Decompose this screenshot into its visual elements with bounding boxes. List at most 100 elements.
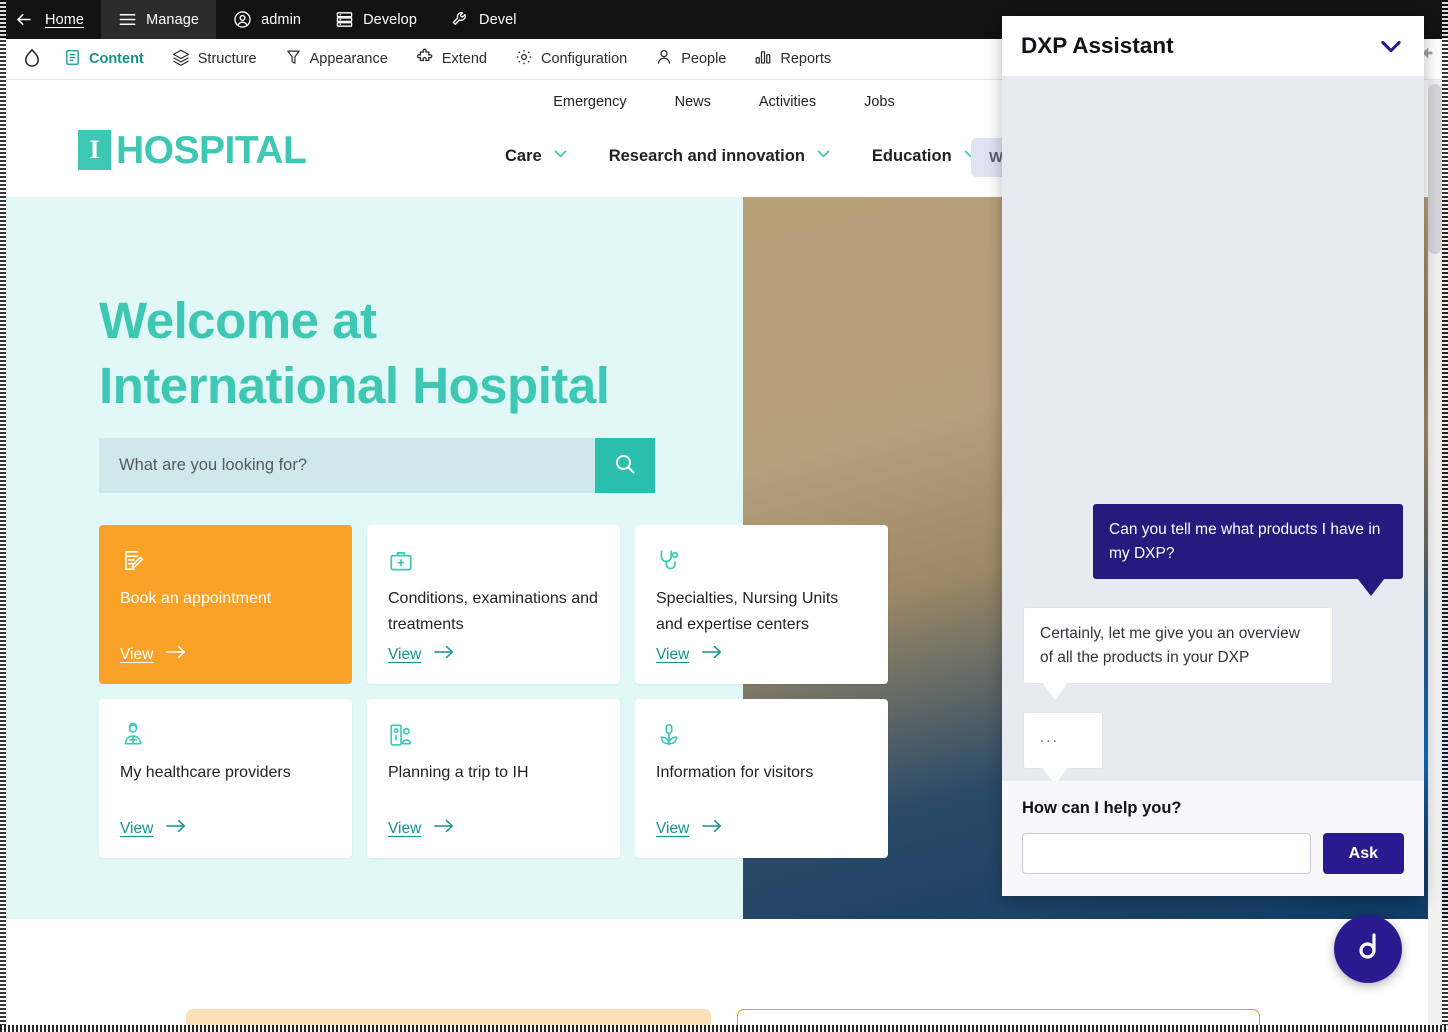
card-view-label: View — [120, 819, 154, 837]
card-view-link[interactable]: View — [388, 819, 454, 838]
dxp-input-row: Ask — [1022, 833, 1404, 874]
stethoscope-icon — [656, 548, 867, 574]
dxp-assistant-title: DXP Assistant — [1021, 33, 1174, 58]
drupal-d-icon — [1351, 930, 1385, 969]
message-bubble-bot: Certainly, let me give you an overview o… — [1023, 607, 1333, 701]
dxp-assistant-header: DXP Assistant — [1002, 16, 1424, 76]
utility-link-jobs[interactable]: Jobs — [864, 94, 895, 110]
card-title: My healthcare providers — [120, 764, 291, 781]
card-view-link[interactable]: View — [120, 645, 186, 664]
admin-menu-label: Appearance — [309, 51, 388, 67]
toolbar-item-home[interactable]: Home — [0, 0, 101, 39]
message-list: Can you tell me what products I have in … — [1023, 504, 1403, 781]
page-scrollbar-thumb[interactable] — [1428, 84, 1442, 254]
document-icon — [64, 49, 81, 70]
arrow-right-icon — [702, 819, 722, 838]
bar-chart-icon — [754, 48, 772, 70]
utility-link-news[interactable]: News — [675, 94, 711, 110]
admin-menu-item-configuration[interactable]: Configuration — [501, 39, 641, 80]
flower-icon — [656, 722, 867, 748]
below-hero-section — [0, 919, 1448, 1032]
window-edge-bottom — [0, 1025, 1448, 1032]
card-book-an-appointment[interactable]: Book an appointment View — [99, 525, 352, 684]
nav-item-label: Care — [505, 146, 542, 165]
card-view-label: View — [388, 819, 422, 837]
admin-menu-item-structure[interactable]: Structure — [158, 39, 271, 80]
back-arrow-icon — [14, 10, 33, 29]
card-view-label: View — [656, 645, 690, 663]
hero-heading: Welcome at International Hospital — [99, 289, 719, 419]
arrow-right-icon — [166, 645, 186, 664]
toolbar-item-label: Devel — [479, 11, 517, 28]
search-submit-button[interactable] — [595, 438, 655, 493]
app-window: Home Manage admin Develop Devel Content … — [0, 0, 1448, 1032]
site-main-nav: Care Research and innovation Education — [505, 145, 979, 167]
dxp-assistant-panel: DXP Assistant Can you tell me what produ… — [1002, 16, 1424, 896]
card-view-link[interactable]: View — [120, 819, 186, 838]
admin-menu-item-content[interactable]: Content — [50, 39, 158, 80]
toolbar-item-label: admin — [261, 11, 302, 28]
admin-menu-item-people[interactable]: People — [641, 39, 740, 80]
nav-item-care[interactable]: Care — [505, 145, 569, 167]
card-view-link[interactable]: View — [656, 645, 722, 664]
search-icon — [613, 452, 637, 479]
card-view-link[interactable]: View — [388, 645, 454, 664]
toolbar-item-develop[interactable]: Develop — [318, 0, 434, 39]
card-information-for-visitors[interactable]: Information for visitors View — [635, 699, 888, 858]
dxp-question-input[interactable] — [1022, 833, 1311, 874]
nav-item-research-and-innovation[interactable]: Research and innovation — [609, 145, 832, 167]
paint-funnel-icon — [285, 49, 302, 70]
toolbar-item-admin[interactable]: admin — [216, 0, 318, 39]
admin-menu-label: Structure — [197, 51, 257, 67]
nav-item-label: Research and innovation — [608, 146, 805, 165]
building-directions-icon — [388, 722, 599, 748]
card-specialties-nursing-units-and-expertise-centers[interactable]: Specialties, Nursing Units and expertise… — [635, 525, 888, 684]
hero-card-grid: Book an appointment View Conditions, exa… — [99, 525, 888, 858]
server-stack-icon — [335, 10, 354, 29]
site-logo-mark: I — [78, 130, 111, 170]
chevron-down-icon[interactable] — [1377, 32, 1405, 60]
dxp-assistant-messages-area[interactable]: Can you tell me what products I have in … — [1002, 76, 1424, 781]
window-edge-left — [0, 0, 6, 1032]
site-logo-word: HOSPITAL — [116, 128, 307, 172]
toolbar-item-devel[interactable]: Devel — [434, 0, 534, 39]
drupal-drop-icon[interactable] — [14, 39, 50, 80]
admin-menu-item-reports[interactable]: Reports — [740, 39, 845, 80]
admin-menu-item-extend[interactable]: Extend — [402, 39, 501, 80]
card-title: Information for visitors — [656, 764, 814, 781]
admin-menu-label: Configuration — [540, 51, 628, 67]
dxp-assistant-launcher-button[interactable] — [1334, 915, 1402, 983]
arrow-right-icon — [166, 819, 186, 838]
user-circle-icon — [233, 10, 252, 29]
hero-heading-line2: International Hospital — [99, 356, 610, 414]
admin-menu-label: People — [681, 51, 727, 67]
toolbar-item-label: Manage — [146, 11, 200, 28]
card-my-healthcare-providers[interactable]: My healthcare providers View — [99, 699, 352, 858]
card-planning-a-trip-to-ih[interactable]: Planning a trip to IH View — [367, 699, 620, 858]
search-input[interactable] — [99, 438, 595, 493]
utility-link-emergency[interactable]: Emergency — [553, 94, 626, 110]
card-view-label: View — [120, 645, 154, 663]
message-bubble-typing: ... — [1023, 712, 1103, 781]
admin-menu-item-appearance[interactable]: Appearance — [271, 39, 402, 80]
utility-link-activities[interactable]: Activities — [759, 94, 816, 110]
card-conditions-examinations-and-treatments[interactable]: Conditions, examinations and treatments … — [367, 525, 620, 684]
window-edge-right — [1442, 0, 1448, 1032]
nav-item-label: Education — [871, 146, 952, 165]
nav-item-education[interactable]: Education — [872, 145, 979, 167]
hero-search — [99, 438, 655, 493]
wrench-icon — [451, 10, 470, 29]
chevron-down-icon — [815, 145, 832, 167]
ask-button[interactable]: Ask — [1322, 833, 1404, 874]
puzzle-piece-icon — [416, 48, 434, 70]
admin-menu-label: Content — [89, 51, 144, 67]
hero-content: Welcome at International Hospital Book a… — [0, 197, 888, 919]
card-title: Conditions, examinations and treatments — [388, 590, 598, 633]
card-view-link[interactable]: View — [656, 819, 722, 838]
toolbar-item-manage[interactable]: Manage — [101, 0, 217, 39]
card-title: Specialties, Nursing Units and expertise… — [656, 590, 839, 633]
site-logo[interactable]: I HOSPITAL — [78, 128, 307, 172]
doctor-icon — [120, 722, 331, 748]
layers-icon — [172, 48, 190, 70]
hamburger-icon — [118, 10, 137, 29]
